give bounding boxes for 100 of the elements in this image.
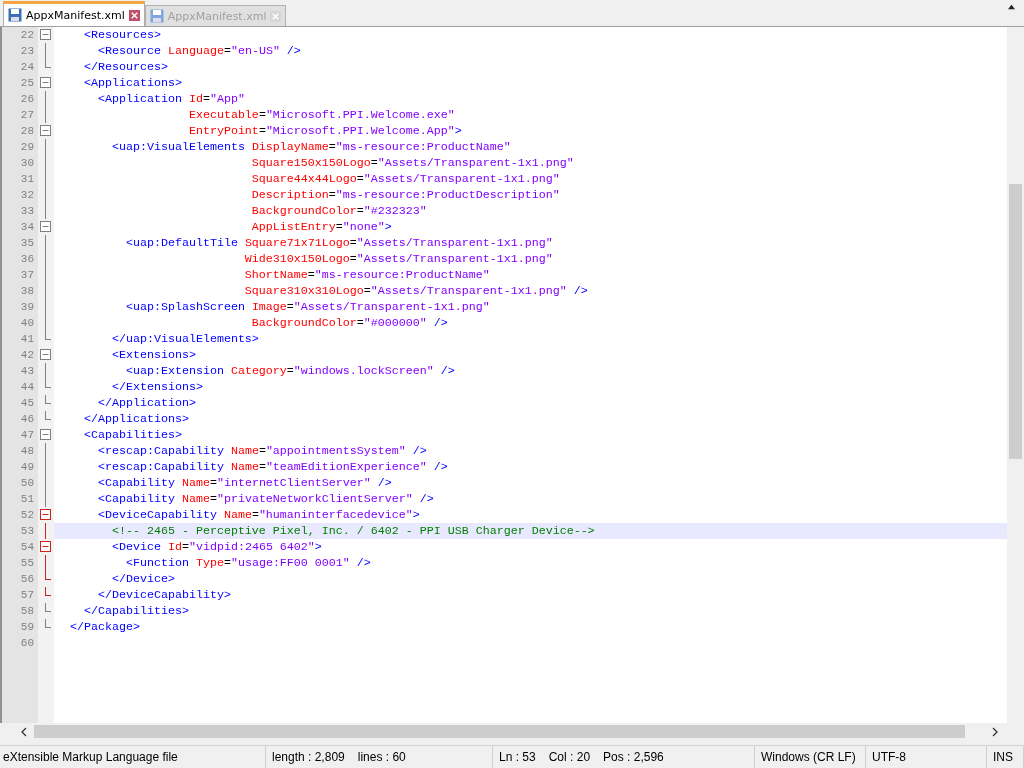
code-line: <Function Type="usage:FF00 0001" /> xyxy=(124,555,372,571)
code-line: <Resource Language="en-US" /> xyxy=(96,43,302,59)
line-number: 48 xyxy=(19,444,35,459)
code-line: <Capability Name="privateNetworkClientServer" /> xyxy=(96,491,435,507)
cursor-column: Col : 20 xyxy=(548,750,591,764)
line-number: 41 xyxy=(19,332,35,347)
cursor-position: Pos : 2,596 xyxy=(603,750,664,764)
save-icon xyxy=(149,9,164,23)
line-number: 51 xyxy=(19,492,35,507)
line-number: 52 xyxy=(19,508,35,523)
code-line: </uap:VisualElements> xyxy=(110,331,260,347)
vertical-scrollbar[interactable] xyxy=(1007,27,1024,723)
insert-mode: INS xyxy=(993,750,1013,764)
line-number: 40 xyxy=(19,316,35,331)
line-number: 60 xyxy=(19,636,35,651)
code-line: <uap:SplashScreen Image="Assets/Transparent-1x1.png" xyxy=(124,299,491,315)
scroll-left-icon[interactable] xyxy=(20,726,28,737)
line-number: 25 xyxy=(19,76,35,91)
code-line: </DeviceCapability> xyxy=(96,587,232,603)
line-number: 54 xyxy=(19,540,35,555)
line-number: 32 xyxy=(19,188,35,203)
cursor-line: Ln : 53 xyxy=(499,750,536,764)
line-number: 27 xyxy=(19,108,35,123)
line-count: lines : 60 xyxy=(357,750,406,764)
line-number: 26 xyxy=(19,92,35,107)
caret-icon[interactable] xyxy=(1007,3,1016,10)
encoding: UTF-8 xyxy=(872,750,906,764)
collapse-icon[interactable] xyxy=(40,123,51,139)
line-number: 39 xyxy=(19,300,35,315)
close-icon[interactable] xyxy=(128,9,140,21)
file-tab[interactable]: AppxManifest.xml xyxy=(3,1,145,26)
code-line: <Device Id="vidpid:2465 6402"> xyxy=(110,539,323,555)
code-line: </Applications> xyxy=(83,411,190,427)
line-number: 30 xyxy=(19,156,35,171)
collapse-icon[interactable] xyxy=(40,75,51,91)
code-line: <Capabilities> xyxy=(83,427,183,443)
file-type: eXtensible Markup Language file xyxy=(3,750,178,764)
code-line: </Device> xyxy=(110,571,176,587)
code-line: </Resources> xyxy=(83,59,169,75)
scroll-right-icon[interactable] xyxy=(991,726,999,737)
line-number: 49 xyxy=(19,460,35,475)
line-number: 36 xyxy=(19,252,35,267)
line-number: 55 xyxy=(19,556,35,571)
code-line: <Extensions> xyxy=(110,347,197,363)
line-number: 28 xyxy=(19,124,35,139)
line-number: 53 xyxy=(19,524,35,539)
save-icon xyxy=(8,8,22,22)
line-number: 42 xyxy=(19,348,35,363)
code-line: Square44x44Logo="Assets/Transparent-1x1.png" xyxy=(250,171,561,187)
collapse-icon[interactable] xyxy=(40,27,51,43)
collapse-icon[interactable] xyxy=(40,427,51,443)
code-line: </Extensions> xyxy=(110,379,204,395)
line-number: 33 xyxy=(19,204,35,219)
line-number: 34 xyxy=(19,220,35,235)
code-line: <rescap:Capability Name="appointmentsSystem" /> xyxy=(96,443,428,459)
line-number: 35 xyxy=(19,236,35,251)
line-number: 46 xyxy=(19,412,35,427)
code-line: <Application Id="App" xyxy=(96,91,246,107)
line-number: 47 xyxy=(19,428,35,443)
code-line: <rescap:Capability Name="teamEditionExperience" /> xyxy=(96,459,449,475)
code-line: BackgroundColor="#000000" /> xyxy=(250,315,449,331)
line-number: 29 xyxy=(19,140,35,155)
code-line: Wide310x150Logo="Assets/Transparent-1x1.png" xyxy=(243,251,554,267)
code-line: <Capability Name="internetClientServer" /> xyxy=(96,475,393,491)
line-number: 24 xyxy=(19,60,35,75)
code-line: Description="ms-resource:ProductDescription" xyxy=(250,187,561,203)
line-ending: Windows (CR LF) xyxy=(761,750,856,764)
code-line: ShortName="ms-resource:ProductName" xyxy=(243,267,491,283)
code-line: <uap:DefaultTile Square71x71Logo="Assets/Transparent-1x1.png" xyxy=(124,235,554,251)
code-line: <Resources> xyxy=(83,27,162,43)
line-number: 23 xyxy=(19,44,35,59)
code-line: BackgroundColor="#232323" xyxy=(250,203,428,219)
collapse-icon[interactable] xyxy=(40,347,51,363)
collapse-icon[interactable] xyxy=(40,219,51,235)
line-number: 50 xyxy=(19,476,35,491)
code-line: </Package> xyxy=(69,619,141,635)
code-line: <DeviceCapability Name="humaninterfacedevice"> xyxy=(96,507,421,523)
code-line: <uap:VisualElements DisplayName="ms-resource:ProductName" xyxy=(110,139,512,155)
code-line: Executable="Microsoft.PPI.Welcome.exe" xyxy=(187,107,456,123)
line-number: 43 xyxy=(19,364,35,379)
line-number: 56 xyxy=(19,572,35,587)
code-line: Square310x310Logo="Assets/Transparent-1x1.png" /> xyxy=(243,283,589,299)
collapse-icon[interactable] xyxy=(40,507,51,523)
line-number: 57 xyxy=(19,588,35,603)
length: length : 2,809 xyxy=(272,750,345,764)
line-number: 22 xyxy=(19,28,35,43)
line-number: 45 xyxy=(19,396,35,411)
code-line: Square150x150Logo="Assets/Transparent-1x1.png" xyxy=(250,155,575,171)
line-number: 58 xyxy=(19,604,35,619)
line-number: 59 xyxy=(19,620,35,635)
collapse-icon[interactable] xyxy=(40,539,51,555)
code-line: <Applications> xyxy=(83,75,183,91)
code-line: EntryPoint="Microsoft.PPI.Welcome.App"> xyxy=(187,123,463,139)
code-line: </Application> xyxy=(96,395,197,411)
code-line: </Capabilities> xyxy=(83,603,190,619)
code-line: <uap:Extension Category="windows.lockScreen" /> xyxy=(124,363,456,379)
line-number: 44 xyxy=(19,380,35,395)
line-number: 31 xyxy=(19,172,35,187)
line-number: 38 xyxy=(19,284,35,299)
line-number: 37 xyxy=(19,268,35,283)
